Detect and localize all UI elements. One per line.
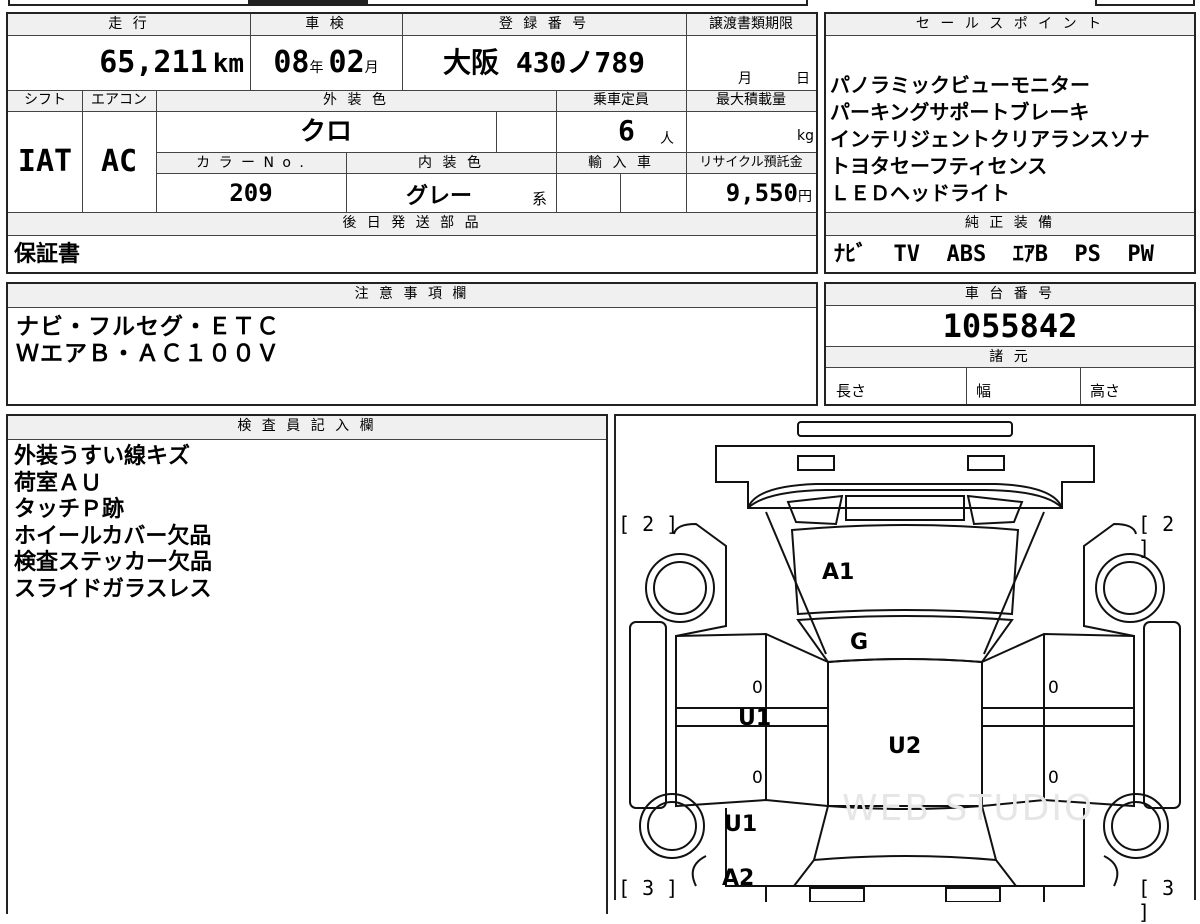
exterior-color-label: 外 装 色 (156, 90, 556, 112)
inspector-line: 外装うすい線キズ (14, 444, 191, 469)
shaken-year-unit: 年 (309, 60, 324, 76)
capacity-value: 6 (618, 114, 635, 147)
mileage-unit: km (212, 49, 244, 79)
damage-mark-rear-left: U1 (724, 812, 758, 837)
max-load-cell: kg (686, 112, 816, 152)
sales-points-list: パノラミックビューモニター パーキングサポートブレーキ インテリジェントクリアラ… (830, 72, 1194, 207)
capacity-cell: 6 人 (556, 112, 686, 152)
inspector-line: 荷室ＡＵ (14, 470, 103, 496)
recycle-value: 9,550 (725, 179, 798, 207)
mileage-label: 走 行 (8, 14, 250, 36)
spec-width-label: 幅 (976, 382, 992, 400)
interior-color-cell: グレー 系 (346, 174, 556, 212)
shaken-month-unit: 月 (364, 60, 379, 76)
inspector-line: 検査ステッカー欠品 (14, 550, 213, 575)
exterior-color-extra (496, 112, 556, 152)
capacity-unit: 人 (660, 131, 674, 147)
mileage-cell: 65,211 km (8, 36, 250, 90)
corner-label-front-right: [ 2 ] (1138, 512, 1175, 560)
recycle-label: リサイクル預託金 (686, 152, 816, 174)
color-no-value: 209 (229, 179, 273, 207)
capacity-label: 乗車定員 (556, 90, 686, 112)
damage-mark-windshield: G (850, 630, 869, 655)
notes-line: ＷエアＢ・ＡＣ１００Ｖ (16, 341, 280, 367)
interior-color-suffix: 系 (532, 190, 548, 208)
mileage-value: 65,211 (99, 45, 208, 80)
corner-label-rear-right: [ 3 ] (1138, 876, 1175, 924)
sales-points-label: セ ー ル ス ポ イ ン ト (826, 14, 1194, 36)
sales-points-box: セ ー ル ス ポ イ ン ト パノラミックビューモニター パーキングサポートブ… (824, 12, 1196, 274)
shift-label: シフト (8, 90, 82, 112)
genuine-equipment-label: 純 正 装 備 (826, 212, 1194, 236)
notes-label: 注 意 事 項 欄 (8, 284, 816, 308)
later-parts-label: 後 日 発 送 部 品 (8, 212, 816, 236)
import-label: 輸 入 車 (556, 152, 686, 174)
damage-mark-hood: A1 (822, 560, 855, 585)
sales-point-item: インテリジェントクリアランスソナ (830, 127, 1150, 151)
max-load-unit: kg (797, 128, 814, 144)
interior-color-label: 内 装 色 (346, 152, 556, 174)
sales-point-item: パーキングサポートブレーキ (830, 100, 1090, 124)
specs-label: 諸 元 (826, 346, 1194, 368)
transfer-month-unit: 月 (738, 71, 752, 87)
zero-mark-right-upper: 0 (1048, 678, 1059, 698)
spec-length-label: 長さ (836, 382, 867, 400)
inspector-box: 検 査 員 記 入 欄 外装うすい線キズ 荷室ＡＵ タッチＰ跡 ホイールカバー欠… (6, 414, 608, 914)
sales-point-item: パノラミックビューモニター (830, 73, 1090, 97)
transfer-deadline-cell: 月 日 (686, 36, 816, 90)
inspector-list: 外装うすい線キズ 荷室ＡＵ タッチＰ跡 ホイールカバー欠品 検査ステッカー欠品 … (14, 444, 594, 603)
damage-mark-rear-bumper: A2 (722, 866, 755, 891)
registration-label: 登 録 番 号 (402, 14, 686, 36)
inspector-line: ホイールカバー欠品 (14, 523, 212, 549)
spec-height-label: 高さ (1090, 382, 1121, 400)
watermark: WEB STUDIO (842, 788, 1095, 829)
notes-box: 注 意 事 項 欄 ナビ・フルセグ・ＥＴＣ ＷエアＢ・ＡＣ１００Ｖ (6, 282, 818, 406)
corner-label-front-left: [ 2 ] (618, 512, 679, 536)
recycle-cell: 9,550円 (686, 174, 816, 212)
top-strip (0, 0, 1200, 8)
corner-label-rear-left: [ 3 ] (618, 876, 679, 900)
inspector-line: スライドガラスレス (14, 576, 212, 602)
aircon-value: AC (100, 144, 138, 179)
zero-mark-left-upper: 0 (752, 678, 763, 698)
recycle-unit: 円 (798, 189, 812, 205)
damage-diagram-box: [ 2 ] [ 2 ] [ 3 ] [ 3 ] A1 G U1 U2 U1 A2… (614, 414, 1196, 924)
transfer-deadline-label: 譲渡書類期限 (686, 14, 816, 36)
shaken-cell: 08年 02月 (250, 36, 402, 90)
sales-point-item: ＬＥＤヘッドライト (830, 181, 1010, 205)
chassis-specs-box: 車 台 番 号 1055842 諸 元 長さ 幅 高さ (824, 282, 1196, 406)
chassis-value: 1055842 (942, 307, 1078, 345)
chassis-label: 車 台 番 号 (826, 284, 1194, 306)
zero-mark-left-lower: 0 (752, 768, 763, 788)
car-outline-diagram (629, 421, 1181, 902)
zero-mark-right-lower: 0 (1048, 768, 1059, 788)
max-load-label: 最大積載量 (686, 90, 816, 112)
color-no-label: カ ラ ー N o . (156, 152, 346, 174)
notes-line: ナビ・フルセグ・ＥＴＣ (16, 314, 280, 340)
aircon-label: エアコン (82, 90, 156, 112)
inspector-label: 検 査 員 記 入 欄 (8, 416, 606, 440)
genuine-equipment-value: ﾅﾋﾞ TV ABS ｴｱB PS PW (834, 242, 1154, 267)
later-parts-value: 保証書 (14, 242, 81, 267)
sales-point-item: トヨタセーフティセンス (830, 154, 1048, 178)
main-info-table: 走 行 車 検 登 録 番 号 譲渡書類期限 65,211 km 08年 02月… (6, 12, 818, 274)
inspector-line: タッチＰ跡 (14, 497, 125, 522)
exterior-color-value: クロ (299, 117, 352, 147)
notes-list: ナビ・フルセグ・ＥＴＣ ＷエアＢ・ＡＣ１００Ｖ (16, 314, 806, 368)
shaken-label: 車 検 (250, 14, 402, 36)
transfer-day-unit: 日 (796, 71, 810, 87)
shift-value: IAT (17, 144, 73, 179)
import-cell (556, 174, 686, 212)
shaken-year: 08 (273, 45, 310, 80)
damage-mark-roof: U2 (888, 734, 922, 759)
shaken-month: 02 (328, 45, 365, 80)
damage-mark-left-door: U1 (738, 706, 772, 731)
registration-value: 大阪 430ノ789 (442, 46, 645, 79)
interior-color-value: グレー (406, 184, 473, 209)
